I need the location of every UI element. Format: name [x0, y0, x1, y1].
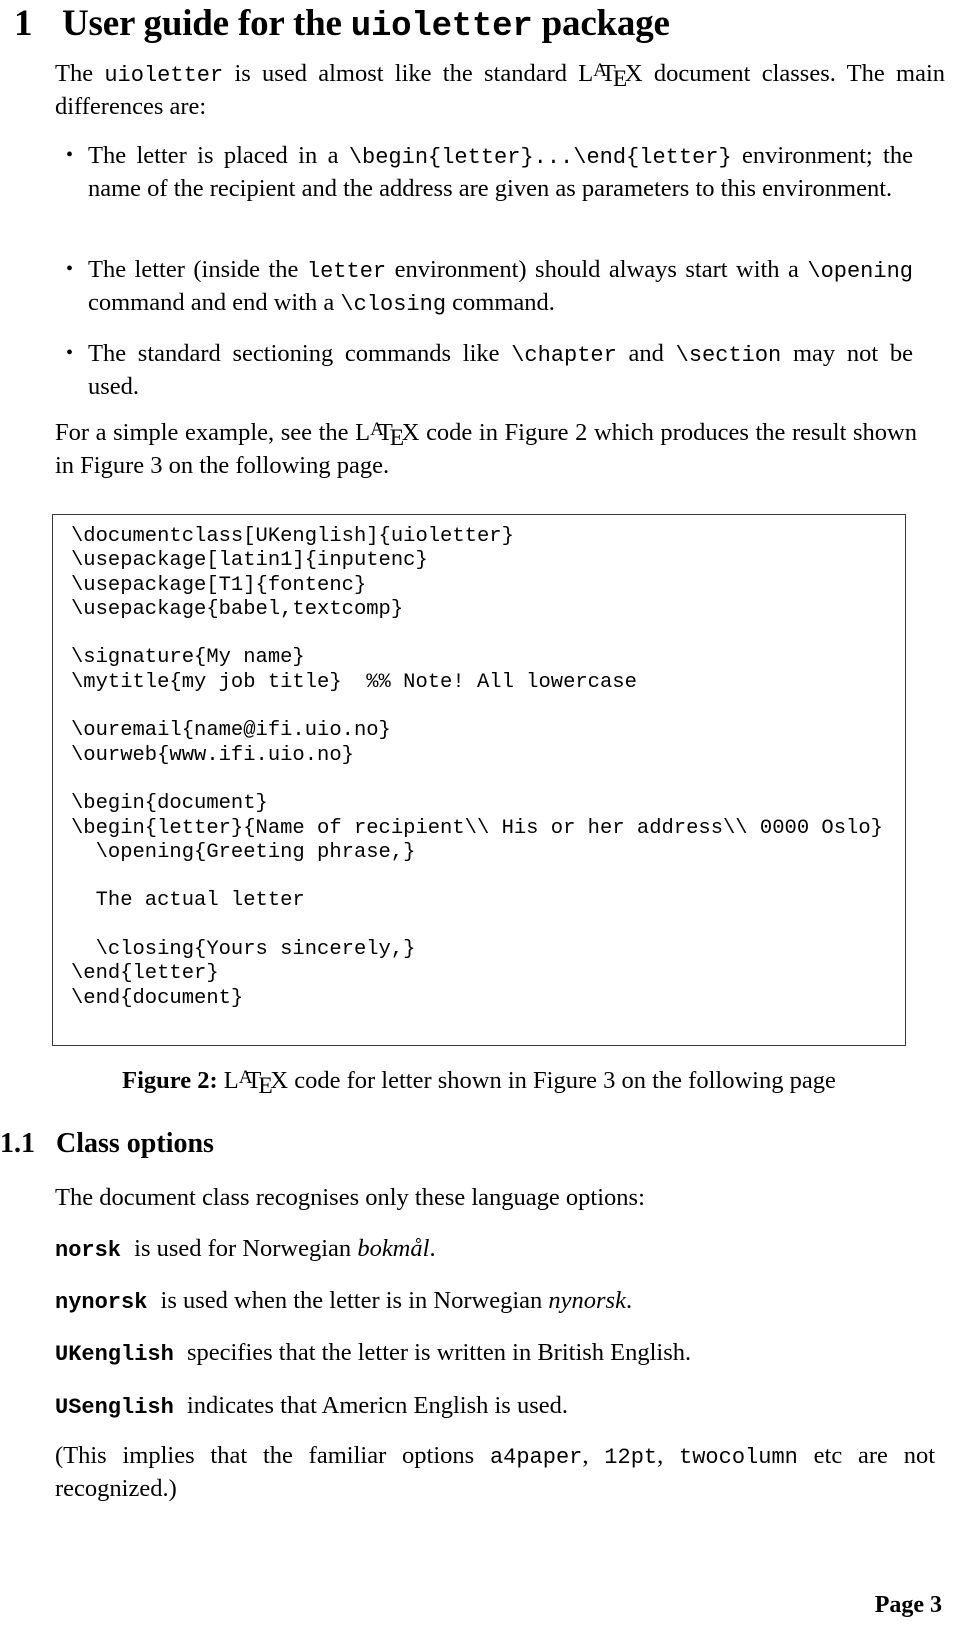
figure-caption-space	[218, 1067, 224, 1094]
option-entry-usenglish: USenglish indicates that Americn English…	[55, 1390, 935, 1423]
bullet-1-code-1: letter	[306, 259, 387, 284]
document-page: 1 User guide for the uioletter package Th…	[0, 0, 960, 1641]
option-description-1: is used when the letter is in Norwegian	[154, 1287, 549, 1314]
option-entry-ukenglish: UKenglish specifies that the letter is w…	[55, 1337, 935, 1370]
closing-paragraph: (This implies that the familiar options …	[55, 1440, 935, 1504]
option-description-1: indicates that Americn English is used.	[180, 1392, 568, 1419]
closing-code-12pt: 12pt	[604, 1445, 658, 1470]
option-description-2: .	[625, 1287, 633, 1314]
intro-paragraph: The uioletter is used almost like the st…	[55, 58, 945, 122]
closing-text-3: ,	[657, 1442, 680, 1469]
latex-logo: LATEX	[578, 59, 643, 92]
intro-text-1: The	[55, 60, 105, 87]
option-term: norsk	[55, 1238, 122, 1263]
figure-caption-label: Figure 2:	[122, 1067, 218, 1094]
closing-text-2: ,	[582, 1442, 605, 1469]
bullet-2-text-2: and	[616, 340, 676, 367]
option-term: UKenglish	[55, 1342, 174, 1367]
bullet-1-text-3: command and end with a	[88, 289, 341, 316]
bullet-0-code-1: \begin{letter}...\end{letter}	[348, 145, 732, 170]
section-title-prefix: User guide for the	[62, 3, 351, 44]
page-title: 1 User guide for the uioletter package	[14, 2, 944, 49]
figure-caption-text: code for letter shown in Figure 3 on the…	[288, 1067, 836, 1094]
option-description-1: is used for Norwegian	[128, 1235, 358, 1262]
bullet-1-text-1: The letter (inside the	[88, 256, 307, 283]
subsection-heading: 1.1 Class options	[0, 1127, 700, 1161]
bullet-2-text-1: The standard sectioning commands like	[88, 340, 512, 367]
closing-code-a4paper: a4paper	[489, 1445, 583, 1470]
bullet-icon: •	[66, 144, 74, 166]
latex-logo: LATEX	[355, 418, 420, 451]
option-entry-nynorsk: nynorsk is used when the letter is in No…	[55, 1285, 935, 1318]
bullet-0-text-1: The letter is placed in a	[88, 142, 349, 169]
bullet-1-text-4: command.	[446, 289, 555, 316]
bullet-1-code-2: \opening	[807, 259, 913, 284]
option-term: nynorsk	[55, 1290, 148, 1315]
list-item: • The letter (inside the letter environme…	[66, 254, 913, 320]
bullet-1-text-2: environment) should always start with a	[386, 256, 808, 283]
options-intro-paragraph: The document class recognises only these…	[55, 1184, 645, 1211]
option-description-1: specifies that the letter is written in …	[180, 1339, 692, 1366]
subsection-title: Class options	[56, 1128, 214, 1159]
figref-text-1: For a simple example, see the	[55, 419, 356, 446]
closing-code-twocolumn: twocolumn	[679, 1445, 798, 1470]
subsection-number: 1.1	[0, 1128, 35, 1159]
option-term: USenglish	[55, 1395, 174, 1420]
option-emphasis: nynorsk	[548, 1287, 626, 1314]
section-title-package-name: uioletter	[350, 8, 533, 46]
figure-reference-paragraph: For a simple example, see the LATEX code…	[55, 417, 917, 481]
bullet-1-code-3: \closing	[340, 292, 447, 317]
figure-caption: Figure 2: LATEX code for letter shown in…	[52, 1066, 906, 1099]
intro-text-2: is used almost like the standard	[223, 60, 579, 87]
closing-text-1: (This implies that the familiar options	[55, 1442, 490, 1469]
list-item: • The standard sectioning commands like \…	[66, 338, 913, 402]
bullet-icon: •	[66, 258, 74, 280]
option-entry-norsk: norsk is used for Norwegian bokmål.	[55, 1233, 935, 1266]
bullet-2-code-1: \chapter	[511, 343, 617, 368]
list-item: • The letter is placed in a \begin{letter…	[66, 140, 913, 204]
bullet-icon: •	[66, 342, 74, 364]
option-emphasis: bokmål	[357, 1235, 430, 1262]
bullet-2-code-2: \section	[675, 343, 782, 368]
latex-source-code: \documentclass[UKenglish]{uioletter} \us…	[71, 525, 883, 1010]
section-number: 1	[14, 3, 33, 44]
intro-code-uioletter: uioletter	[104, 63, 224, 88]
option-description-2: .	[429, 1235, 436, 1262]
code-listing-box: \documentclass[UKenglish]{uioletter} \us…	[52, 514, 906, 1046]
page-number-footer: Page 3	[874, 1592, 942, 1618]
section-title-suffix: package	[532, 3, 670, 44]
latex-logo: LATEX	[223, 1066, 289, 1099]
